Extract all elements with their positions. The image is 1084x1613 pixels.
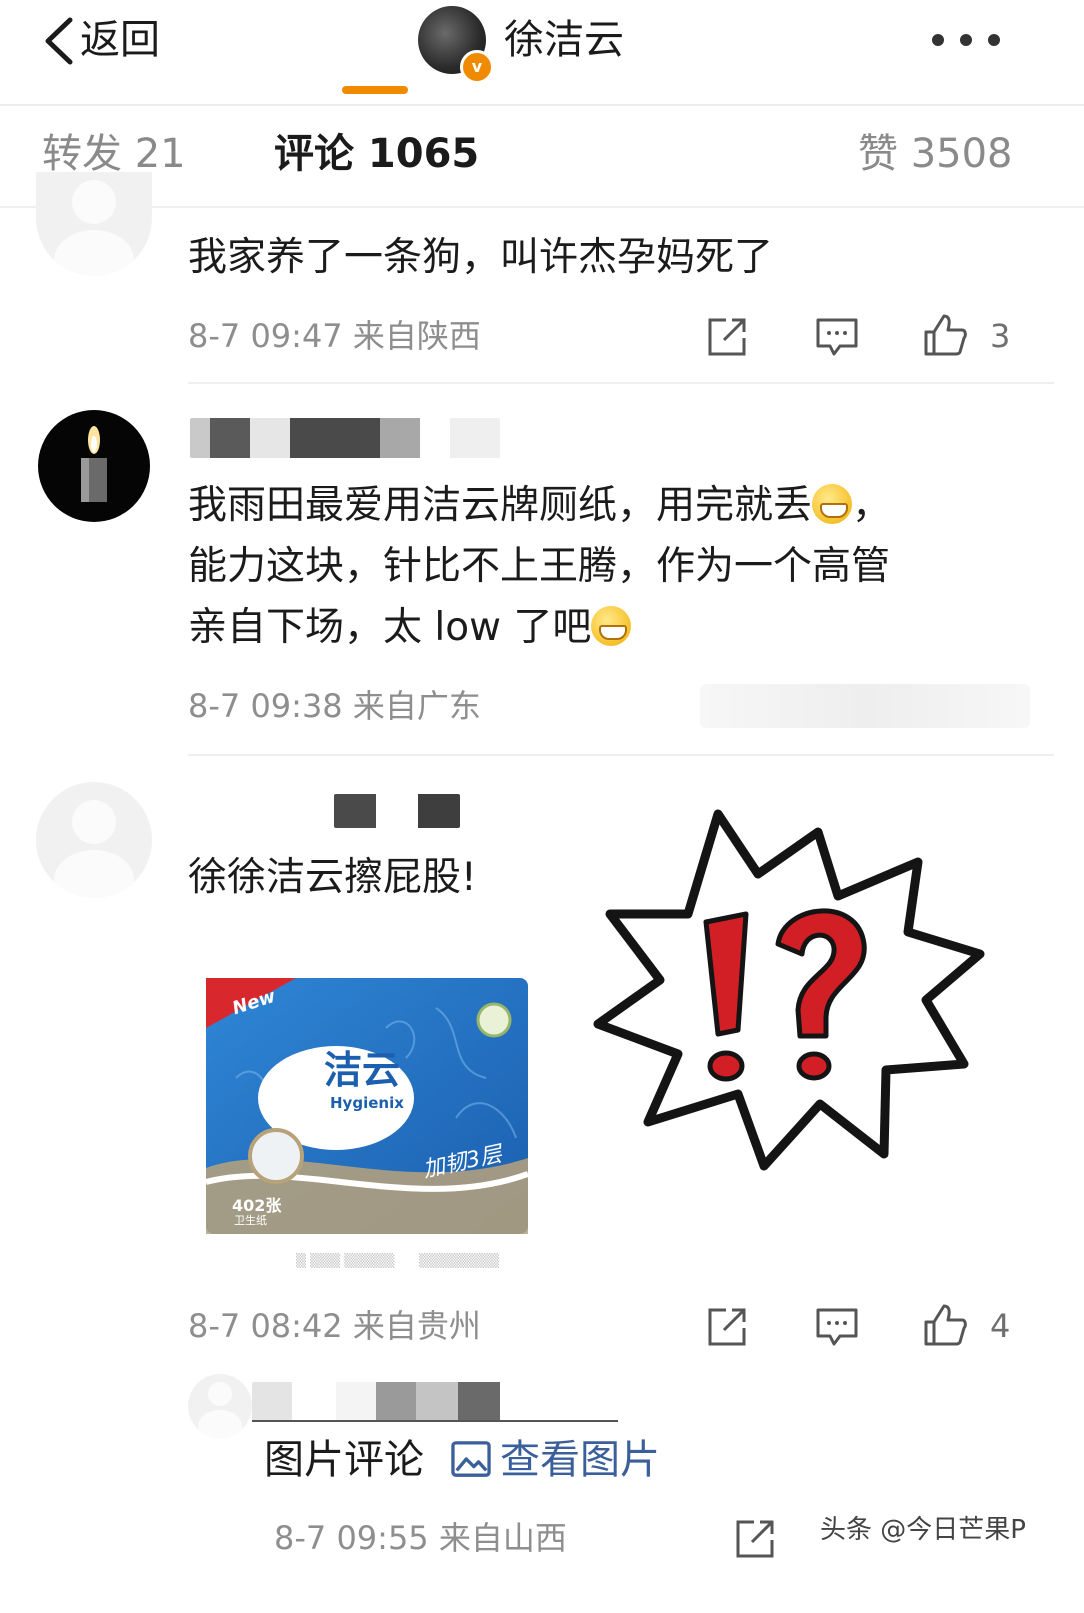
comment-meta: 8-7 08:42 来自贵州 [188, 1307, 481, 1345]
grin-emoji-icon [812, 484, 853, 524]
comment-text: 我雨田最爱用洁云牌厕纸，用完就丢， [188, 483, 892, 528]
tab-comments[interactable]: 评论 1065 [274, 126, 479, 182]
image-watermark: ▒ ▒▒▒ ▒▒▒▒▒ ▒▒▒▒▒▒▒▒ [296, 1254, 500, 1269]
comment-meta: 8-7 09:38 来自广东 [188, 687, 481, 725]
back-button[interactable]: 返回 [80, 12, 160, 68]
tab-bar: 转发 21 评论 1065 赞 3508 [0, 106, 1084, 208]
view-picture-link[interactable]: 查看图片 [500, 1430, 660, 1490]
avatar[interactable] [188, 1374, 252, 1438]
product-image[interactable]: New 洁云 Hygienix 402张 卫生纸 加韧3层 [205, 968, 530, 1234]
like-count: 3 [990, 317, 1011, 355]
like-count: 4 [990, 1307, 1011, 1345]
candle-icon [81, 426, 107, 502]
comment-meta: 8-7 09:55 来自山西 [274, 1519, 567, 1557]
divider [188, 382, 1054, 384]
verified-badge: v [460, 50, 494, 84]
blurred-username [190, 418, 500, 458]
grin-emoji-icon [591, 606, 632, 646]
avatar[interactable] [38, 410, 150, 522]
active-tab-indicator [342, 86, 408, 94]
comment-text: 徐徐洁云擦屁股! [188, 855, 477, 900]
comment-icon[interactable] [814, 314, 860, 360]
source-watermark: 头条 @今日芒果P [820, 1515, 1026, 1545]
image-icon[interactable] [450, 1440, 492, 1478]
comment-text: 亲自下场，太 low 了吧 [188, 598, 632, 658]
more-dots-icon[interactable] [930, 30, 1004, 50]
blurred-actions [700, 684, 1030, 728]
exclamation-question-burst-icon [593, 809, 985, 1171]
avatar[interactable] [36, 172, 152, 276]
comment-meta: 8-7 09:47 来自陕西 [188, 317, 481, 355]
share-icon[interactable] [732, 1516, 778, 1562]
product-sub: 卫生纸 [234, 1214, 267, 1227]
reply-underline [252, 1420, 618, 1422]
product-brand: 洁云 [324, 1048, 401, 1092]
comment-text: 能力这块，针比不上王腾，作为一个高管 [188, 544, 891, 589]
blurred-username [252, 1382, 618, 1422]
page-title[interactable]: 徐洁云 [504, 12, 624, 68]
comment-icon[interactable] [814, 1304, 860, 1350]
tab-likes[interactable]: 赞 3508 [858, 126, 1013, 182]
blurred-username [334, 794, 460, 828]
thumbs-up-icon[interactable] [922, 312, 968, 358]
top-nav-bar: 返回 v 徐洁云 [0, 0, 1084, 106]
chevron-left-icon[interactable] [40, 14, 80, 68]
divider [188, 754, 1054, 756]
comment-text: 我家养了一条狗，叫许杰孕妈死了 [188, 235, 774, 280]
share-icon[interactable] [704, 314, 750, 360]
picture-comment-label: 图片评论 [264, 1437, 424, 1483]
share-icon[interactable] [704, 1304, 750, 1350]
avatar[interactable] [36, 782, 152, 898]
product-brand-en: Hygienix [330, 1094, 404, 1112]
thumbs-up-icon[interactable] [922, 1302, 968, 1348]
